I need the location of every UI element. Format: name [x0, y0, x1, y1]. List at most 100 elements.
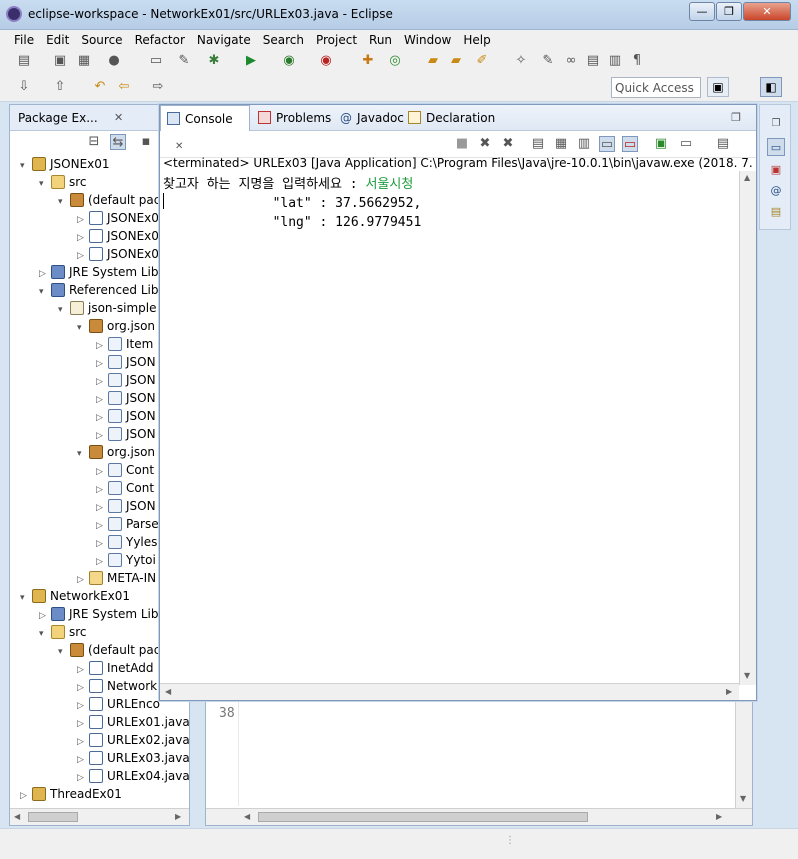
expanded-arrow-icon[interactable]: ▾	[39, 175, 51, 191]
java-editor[interactable]: 38 ▼ ◀ ▶	[205, 700, 753, 826]
scroll-right-icon[interactable]: ▶	[726, 687, 732, 696]
terminate-icon[interactable]: ■	[454, 136, 470, 152]
tab-problems[interactable]: Problems	[252, 105, 331, 131]
block-icon[interactable]: ▤	[585, 53, 601, 69]
run-icon[interactable]: ▶	[243, 53, 259, 69]
edit-icon[interactable]: ✎	[540, 53, 556, 69]
scroll-thumb[interactable]	[28, 812, 78, 822]
menu-refactor[interactable]: Refactor	[129, 30, 191, 50]
link-icon[interactable]: ∞	[563, 53, 579, 69]
scroll-up-icon[interactable]: ▲	[744, 173, 750, 182]
collapsed-arrow-icon[interactable]: ▷	[77, 229, 89, 245]
word-wrap-icon[interactable]: ▥	[576, 136, 592, 152]
collapse-all-icon[interactable]: ⊟	[86, 134, 102, 150]
horizontal-scrollbar[interactable]: ◀ ▶	[206, 808, 752, 825]
collapsed-arrow-icon[interactable]: ▷	[96, 373, 108, 389]
declaration-icon[interactable]: ▤	[767, 203, 785, 221]
expanded-arrow-icon[interactable]: ▾	[20, 157, 32, 173]
restore-view-icon[interactable]: ❐	[728, 110, 744, 126]
collapsed-arrow-icon[interactable]: ▷	[77, 571, 89, 587]
external-tools-icon[interactable]: ◉	[318, 53, 334, 69]
toggle-mark-icon[interactable]: ✧	[513, 53, 529, 69]
scroll-thumb[interactable]	[258, 812, 588, 822]
console-icon[interactable]: ▭	[148, 53, 164, 69]
tree-item[interactable]: ▷ URLEx02.java	[77, 731, 189, 749]
menu-source[interactable]: Source	[75, 30, 128, 50]
prev-annotation-icon[interactable]: ⇧	[52, 79, 68, 95]
horizontal-scrollbar[interactable]: ◀ ▶	[160, 683, 739, 700]
remove-all-icon[interactable]: ✖	[500, 136, 516, 152]
new-icon[interactable]: ▤	[16, 53, 32, 69]
close-icon[interactable]: ✕	[114, 111, 123, 124]
view-menu-icon[interactable]: ▪	[138, 134, 154, 150]
open-type-icon[interactable]: ▰	[425, 53, 441, 69]
minimize-button[interactable]: —	[689, 2, 715, 21]
collapsed-arrow-icon[interactable]: ▷	[96, 517, 108, 533]
collapsed-arrow-icon[interactable]: ▷	[96, 427, 108, 443]
collapsed-arrow-icon[interactable]: ▷	[96, 499, 108, 515]
open-console-icon[interactable]: ▤	[715, 136, 731, 152]
open-perspective-icon[interactable]: ▣	[707, 77, 729, 97]
menu-help[interactable]: Help	[457, 30, 496, 50]
tab-declaration[interactable]: Declaration	[402, 105, 495, 131]
scroll-left-icon[interactable]: ◀	[244, 812, 250, 821]
collapsed-arrow-icon[interactable]: ▷	[96, 535, 108, 551]
collapsed-arrow-icon[interactable]: ▷	[96, 391, 108, 407]
show-on-stderr-icon[interactable]: ▭	[622, 136, 638, 152]
tree-item[interactable]: ▷ URLEx04.java	[77, 767, 189, 785]
java-perspective-icon[interactable]: ◧	[760, 77, 782, 97]
menu-edit[interactable]: Edit	[40, 30, 75, 50]
menu-navigate[interactable]: Navigate	[191, 30, 257, 50]
scroll-right-icon[interactable]: ▶	[175, 812, 181, 821]
collapsed-arrow-icon[interactable]: ▷	[77, 211, 89, 227]
search-tool-icon[interactable]: ✐	[474, 53, 490, 69]
coverage-icon[interactable]: ◉	[281, 53, 297, 69]
pin-icon[interactable]: ✎	[176, 53, 192, 69]
forward-icon[interactable]: ⇨	[150, 79, 166, 95]
collapsed-arrow-icon[interactable]: ▷	[77, 751, 89, 767]
pilcrow-icon[interactable]: ¶	[629, 53, 645, 69]
show-on-stdout-icon[interactable]: ▭	[599, 136, 615, 152]
open-folder-icon[interactable]: ▰	[448, 53, 464, 69]
quick-access-input[interactable]: Quick Access	[611, 77, 701, 98]
scroll-right-icon[interactable]: ▶	[716, 812, 722, 821]
menu-project[interactable]: Project	[310, 30, 363, 50]
tree-item[interactable]: ▷ URLEx01.java	[77, 713, 189, 731]
expanded-arrow-icon[interactable]: ▾	[20, 589, 32, 605]
debug-icon[interactable]: ✱	[206, 53, 222, 69]
menu-search[interactable]: Search	[257, 30, 310, 50]
collapsed-arrow-icon[interactable]: ▷	[96, 481, 108, 497]
status-bar-handle[interactable]: ⋮	[505, 835, 515, 846]
close-button[interactable]: ✕	[743, 2, 791, 21]
expanded-arrow-icon[interactable]: ▾	[58, 193, 70, 209]
scroll-down-icon[interactable]: ▼	[744, 671, 750, 680]
restore-button[interactable]: ❐	[716, 2, 742, 21]
clear-console-icon[interactable]: ▤	[530, 136, 546, 152]
back-icon[interactable]: ⇦	[116, 79, 132, 95]
save-all-icon[interactable]: ▦	[76, 53, 92, 69]
collapsed-arrow-icon[interactable]: ▷	[77, 715, 89, 731]
vertical-scrollbar[interactable]: ▼	[735, 701, 752, 808]
collapsed-arrow-icon[interactable]: ▷	[96, 355, 108, 371]
menu-file[interactable]: File	[8, 30, 40, 50]
console-output[interactable]: 찾고자 하는 지명을 입력하세요 : 서울시청 "lat" : 37.56629…	[163, 175, 421, 232]
collapsed-arrow-icon[interactable]: ▷	[20, 787, 32, 803]
last-edit-icon[interactable]: ↶	[92, 79, 108, 95]
save-icon[interactable]: ▣	[52, 53, 68, 69]
next-annotation-icon[interactable]: ⇩	[16, 79, 32, 95]
scroll-left-icon[interactable]: ◀	[165, 687, 171, 696]
scroll-down-icon[interactable]: ▼	[740, 794, 746, 803]
tab-console[interactable]: Console ✕	[160, 105, 250, 152]
whitespace-icon[interactable]: ▥	[607, 53, 623, 69]
javadoc-icon[interactable]: @	[767, 182, 785, 200]
tree-item[interactable]: ▷ URLEx03.java	[77, 749, 189, 767]
pin-console-icon[interactable]: ▣	[653, 136, 669, 152]
collapsed-arrow-icon[interactable]: ▷	[96, 409, 108, 425]
display-console-icon[interactable]: ▭	[678, 136, 694, 152]
collapsed-arrow-icon[interactable]: ▷	[96, 553, 108, 569]
collapsed-arrow-icon[interactable]: ▷	[77, 679, 89, 695]
tab-javadoc[interactable]: @ Javadoc	[334, 105, 404, 131]
tree-item[interactable]: ▷ ThreadEx01	[20, 785, 189, 803]
scroll-left-icon[interactable]: ◀	[14, 812, 20, 821]
expanded-arrow-icon[interactable]: ▾	[39, 283, 51, 299]
